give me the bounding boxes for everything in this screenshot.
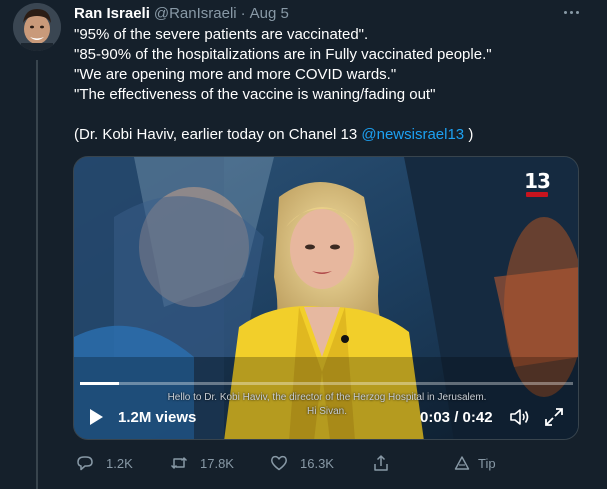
tweet-line: "85-90% of the hospitalizations are in F… — [74, 46, 492, 63]
video-subtitle: Hello to Dr. Kobi Haviv, the director of… — [167, 392, 487, 403]
like-button[interactable]: 16.3K — [270, 452, 334, 474]
attribution-close: ) — [464, 126, 474, 143]
separator-dot: · — [240, 4, 246, 22]
video-time: 0:03 / 0:42 — [420, 409, 493, 426]
progress-fill — [80, 382, 120, 385]
view-count: 1.2M views — [118, 409, 197, 426]
tweet-line: "The effectiveness of the vaccine is wan… — [74, 86, 436, 103]
retweet-icon — [170, 457, 188, 469]
like-icon — [271, 455, 287, 471]
tip-icon — [454, 456, 470, 470]
tweet-actions: 1.2K 17.8K 16.3K Tip — [74, 452, 584, 474]
like-count: 16.3K — [300, 455, 334, 471]
mention-link[interactable]: @newsisrael13 — [361, 126, 464, 143]
tip-button[interactable]: Tip — [454, 452, 496, 474]
retweet-button[interactable]: 17.8K — [170, 452, 234, 474]
share-button[interactable] — [372, 452, 402, 474]
tweet-date[interactable]: Aug 5 — [250, 5, 289, 22]
reply-icon — [77, 456, 93, 471]
author-name[interactable]: Ran Israeli — [74, 5, 150, 22]
tip-label: Tip — [478, 455, 496, 471]
tweet-text: "95% of the severe patients are vaccinat… — [74, 25, 594, 145]
tweet[interactable]: Ran Israeli @RanIsraeli · Aug 5 "95% of … — [0, 0, 607, 489]
attribution-text: (Dr. Kobi Haviv, earlier today on Chanel… — [74, 126, 362, 143]
thread-line — [36, 60, 38, 489]
play-icon[interactable] — [87, 407, 105, 427]
avatar[interactable] — [13, 3, 61, 51]
tweet-line: "95% of the severe patients are vaccinat… — [74, 26, 369, 43]
tweet-line: "We are opening more and more COVID ward… — [74, 66, 397, 83]
more-icon[interactable] — [560, 4, 582, 20]
reply-button[interactable]: 1.2K — [76, 452, 133, 474]
reply-count: 1.2K — [106, 455, 133, 471]
share-icon — [374, 455, 388, 471]
video-progress-bar[interactable] — [80, 382, 573, 385]
author-handle[interactable]: @RanIsraeli — [154, 5, 237, 22]
retweet-count: 17.8K — [200, 455, 234, 471]
volume-icon[interactable] — [509, 407, 531, 427]
fullscreen-icon[interactable] — [544, 407, 564, 427]
attribution-line: (Dr. Kobi Haviv, earlier today on Chanel… — [74, 125, 594, 145]
tweet-header: Ran Israeli @RanIsraeli · Aug 5 — [74, 3, 289, 23]
